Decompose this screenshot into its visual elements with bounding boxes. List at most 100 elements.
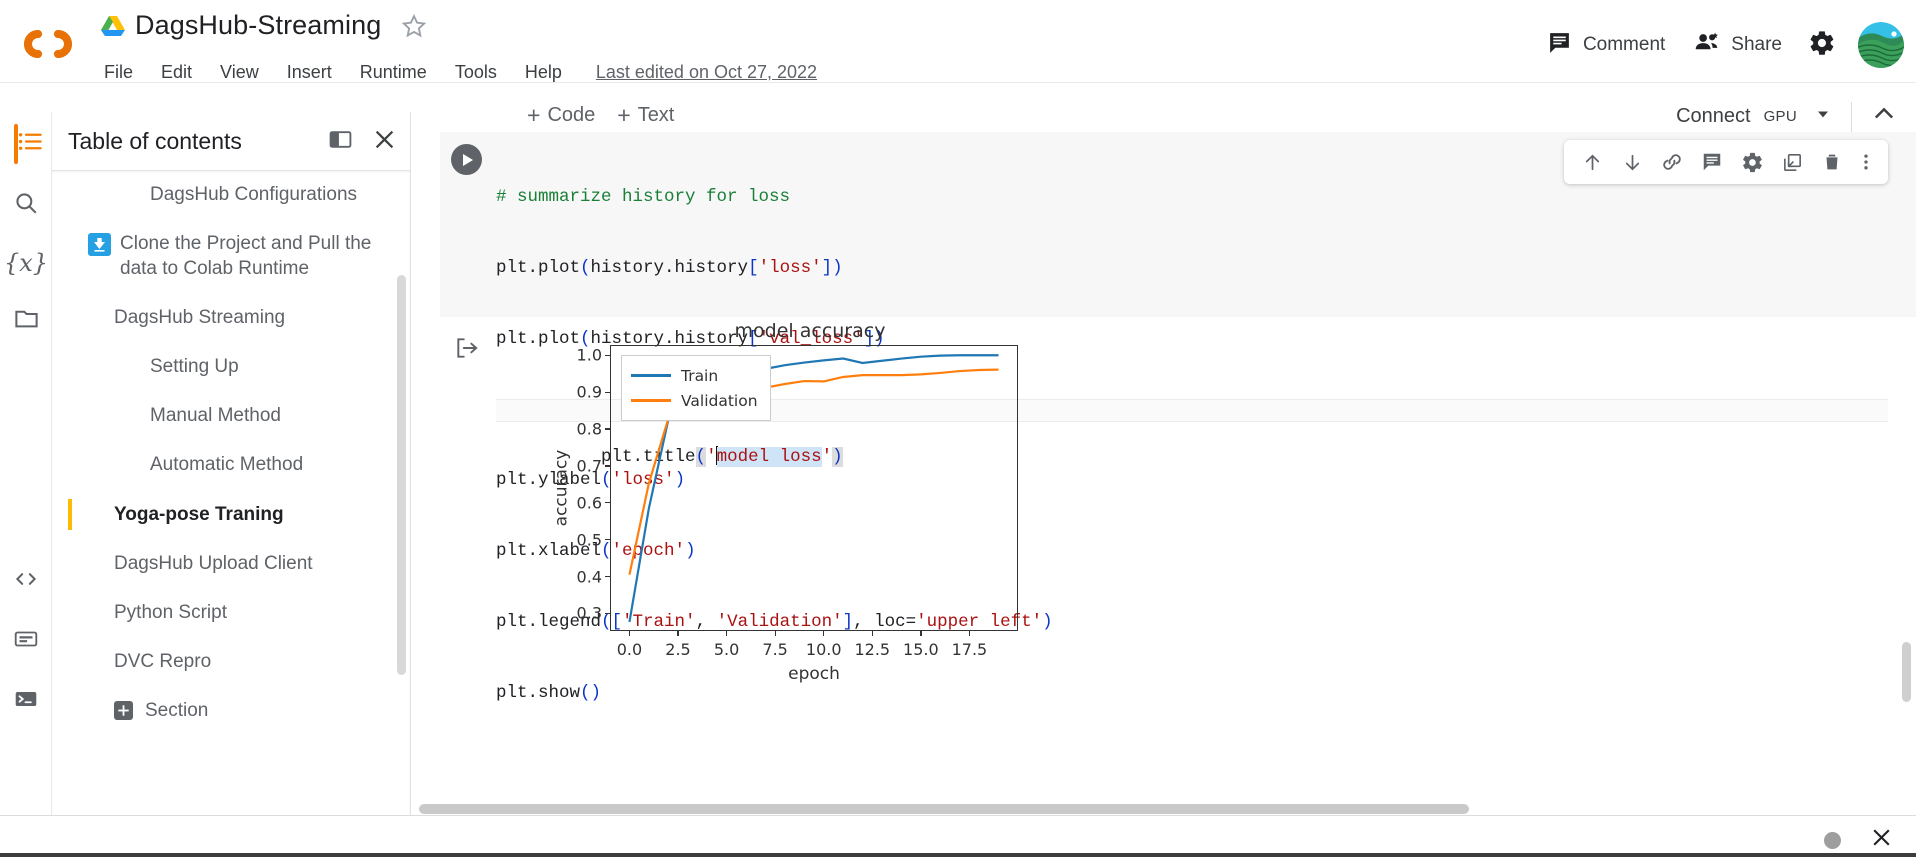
output-arrow-icon <box>454 335 480 366</box>
close-icon[interactable] <box>371 126 398 158</box>
menu-item-edit[interactable]: Edit <box>147 62 206 83</box>
toc-item-indicator <box>68 228 72 284</box>
toc-item-indicator <box>68 302 72 333</box>
toc-item[interactable]: Automatic Method <box>52 440 410 489</box>
page-title[interactable]: DagsHub-Streaming <box>135 10 381 41</box>
menu-item-file[interactable]: File <box>104 62 147 83</box>
chart-xtick-mark <box>774 630 776 636</box>
toc-list[interactable]: DagsHub Configurations Clone the Project … <box>52 170 410 817</box>
chart-xtick-label: 17.5 <box>951 640 988 659</box>
add-text-cell-button[interactable]: + Text <box>617 104 674 127</box>
toc-item-indicator <box>68 179 72 210</box>
menu-item-insert[interactable]: Insert <box>273 62 346 83</box>
chart-xtick-mark <box>823 630 825 636</box>
toc-item-label: Setting Up <box>150 356 239 378</box>
close-icon[interactable] <box>1869 825 1894 855</box>
delete-cell-icon[interactable] <box>1812 142 1852 182</box>
toc-item[interactable]: DagsHub Upload Client <box>52 539 410 588</box>
star-icon[interactable] <box>400 12 428 40</box>
toc-item-label: DagsHub Streaming <box>114 307 286 329</box>
toc-item-label: DVC Repro <box>114 650 212 672</box>
left-icon-rail: {x} <box>0 112 52 817</box>
chart-ytick-label: 0.4 <box>576 567 602 587</box>
toc-item[interactable]: Section <box>52 686 410 735</box>
move-cell-down-icon[interactable] <box>1612 142 1652 182</box>
status-dot-icon[interactable] <box>1824 831 1841 849</box>
toc-item[interactable]: Clone the Project and Pull the data to C… <box>52 219 410 293</box>
matplotlib-figure: model accuracy accuracy epoch Train Vali… <box>500 317 1120 684</box>
menu-bar: File Edit View Insert Runtime Tools Help… <box>104 62 817 83</box>
rail-item-code-snippets[interactable] <box>0 552 52 610</box>
last-edited-link[interactable]: Last edited on Oct 27, 2022 <box>596 62 817 83</box>
drive-icon[interactable] <box>100 14 126 38</box>
rail-item-files[interactable] <box>0 292 52 350</box>
menu-item-tools[interactable]: Tools <box>441 62 511 83</box>
settings-button[interactable] <box>1796 23 1848 68</box>
chart-legend: Train Validation <box>621 355 771 421</box>
toc-scrollbar-thumb[interactable] <box>397 275 406 675</box>
open-in-new-tab-icon[interactable] <box>1772 142 1812 182</box>
toc-item[interactable]: DVC Repro <box>52 637 410 686</box>
avatar[interactable] <box>1858 22 1904 68</box>
rail-item-variables[interactable]: {x} <box>0 234 52 292</box>
toc-item-indicator <box>68 548 72 579</box>
toc-item[interactable]: Setting Up <box>52 342 410 391</box>
download-badge-icon <box>88 233 111 257</box>
notebook-scrollbar-thumb[interactable] <box>1902 642 1911 702</box>
legend-entry: Train <box>631 363 758 388</box>
chevron-down-icon[interactable] <box>1813 104 1833 129</box>
comment-button[interactable]: Comment <box>1533 24 1679 67</box>
toc-item[interactable]: Manual Method <box>52 391 410 440</box>
terminal-icon <box>13 686 39 717</box>
toc-item-indicator <box>68 597 72 628</box>
move-cell-up-icon[interactable] <box>1572 142 1612 182</box>
add-comment-icon[interactable] <box>1692 142 1732 182</box>
toc-item[interactable]: Python Script <box>52 588 410 637</box>
variables-icon: {x} <box>3 249 49 277</box>
chart-xtick-label: 2.5 <box>665 640 691 659</box>
connect-button[interactable]: Connect <box>1676 105 1751 128</box>
rail-item-terminal[interactable] <box>0 672 52 730</box>
run-cell-icon[interactable] <box>451 144 482 175</box>
toc-item[interactable]: DagsHub Configurations <box>52 170 410 219</box>
toc-item-label: Clone the Project and Pull the data to C… <box>120 233 372 280</box>
comment-icon <box>1547 30 1572 61</box>
more-options-icon[interactable] <box>1852 142 1880 182</box>
chart-ytick-mark <box>605 539 611 541</box>
code-text: # summarize history for loss <box>496 187 791 208</box>
cell-settings-icon[interactable] <box>1732 142 1772 182</box>
chart-xtick-mark <box>677 630 679 636</box>
expand-panel-icon[interactable] <box>328 127 353 157</box>
share-button[interactable]: Share <box>1679 23 1796 68</box>
code-line: plt.show() <box>496 682 602 703</box>
menu-item-help[interactable]: Help <box>511 62 576 83</box>
toc-item-label: Automatic Method <box>150 454 304 476</box>
toolbar-divider <box>1851 101 1852 132</box>
chart-ytick-label: 0.7 <box>576 456 602 476</box>
menu-item-runtime[interactable]: Runtime <box>346 62 441 83</box>
rail-item-toc[interactable] <box>0 112 52 176</box>
chart-ytick-mark <box>605 354 611 356</box>
chevron-up-icon[interactable] <box>1870 100 1898 133</box>
menu-item-view[interactable]: View <box>206 62 273 83</box>
window-bottom-edge <box>0 853 1916 857</box>
add-code-cell-button[interactable]: + Code <box>527 104 595 127</box>
chart-ytick-mark <box>605 465 611 467</box>
colab-window: DagsHub-Streaming File Edit View Insert … <box>0 0 1916 857</box>
command-palette-icon <box>13 626 39 657</box>
add-section-icon[interactable] <box>114 700 133 720</box>
rail-item-command-palette[interactable] <box>0 612 52 670</box>
toc-item[interactable]: Yoga-pose Traning <box>52 490 410 539</box>
link-to-cell-icon[interactable] <box>1652 142 1692 182</box>
rail-item-search[interactable] <box>0 176 52 234</box>
toc-item-indicator <box>68 498 72 530</box>
colab-logo[interactable] <box>18 22 76 66</box>
connect-area: Connect GPU <box>1676 100 1898 133</box>
chart-xtick-mark <box>628 630 631 636</box>
chart-ytick-mark <box>605 428 611 430</box>
toc-item[interactable]: DagsHub Streaming <box>52 293 410 342</box>
comment-label: Comment <box>1582 34 1666 55</box>
chart-ytick-mark <box>605 575 611 578</box>
chart-ytick-mark <box>605 612 611 615</box>
horizontal-scrollbar-thumb[interactable] <box>419 804 1469 814</box>
